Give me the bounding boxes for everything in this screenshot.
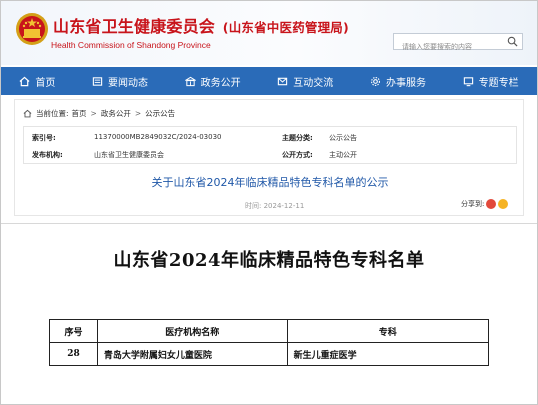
table-header-row: 序号 医疗机构名称 专科 <box>49 319 490 343</box>
cell-institution: 青岛大学附属妇女儿童医院 <box>96 342 288 366</box>
building-icon <box>184 76 196 86</box>
article-title: 关于山东省2024年临床精品特色专科名单的公示 <box>151 176 389 189</box>
column-header-institution: 医疗机构名称 <box>96 319 288 343</box>
publisher-label: 发布机构: <box>32 151 63 159</box>
nav-item-gov-affairs[interactable]: 政务公开 <box>179 74 247 89</box>
metadata-table: 索引号: 11370000MB2849032C/2024-03030 主题分类:… <box>23 126 517 164</box>
column-header-index: 序号 <box>49 319 98 343</box>
search-input[interactable] <box>394 39 506 55</box>
disclosure-value: 主动公开 <box>329 151 357 159</box>
home-icon <box>19 76 30 86</box>
news-icon <box>92 76 103 86</box>
nav-item-label: 办事服务 <box>385 77 426 89</box>
table-row: 28 青岛大学附属妇女儿童医院 新生儿重症医学 <box>49 342 490 366</box>
specialty-table: 序号 医疗机构名称 专科 28 青岛大学附属妇女儿童医院 新生儿重症医学 <box>49 319 490 366</box>
search-icon[interactable] <box>507 36 518 47</box>
breadcrumb-separator: > <box>90 109 97 118</box>
breadcrumb-link-announcements[interactable]: 公示公告 <box>145 108 175 119</box>
nav-item-home[interactable]: 首页 <box>13 74 61 89</box>
nav-item-label: 互动交流 <box>293 77 334 89</box>
nav-item-label: 要闻动态 <box>107 77 148 89</box>
main-nav: 首页 要闻动态 政务公开 互动交流 办事服务 专题专栏 <box>1 67 537 95</box>
breadcrumb: 当前位置: 首页 > 政务公开 > 公示公告 <box>23 108 175 119</box>
topic-value: 公示公告 <box>329 134 357 142</box>
article-card: 当前位置: 首页 > 政务公开 > 公示公告 索引号: 11370000MB28… <box>14 99 524 216</box>
gear-icon <box>370 76 380 86</box>
time-label: 时间: <box>245 202 262 210</box>
index-label: 索引号: <box>32 134 56 142</box>
publish-time: 时间: 2024-12-11 <box>245 201 304 211</box>
topic-label: 主题分类: <box>282 134 313 142</box>
mail-icon <box>278 77 288 85</box>
site-title[interactable]: 山东省卫生健康委员会 (山东省中医药管理局) <box>53 13 349 37</box>
site-title-sub: (山东省中医药管理局) <box>222 20 349 35</box>
site-header: 山东省卫生健康委员会 (山东省中医药管理局) Health Commission… <box>1 1 537 65</box>
breadcrumb-link-gov-affairs[interactable]: 政务公开 <box>101 108 131 119</box>
section-divider <box>1 223 537 224</box>
search-box[interactable] <box>393 33 523 55</box>
monitor-icon <box>463 76 473 86</box>
breadcrumb-separator: > <box>134 109 142 118</box>
cell-specialty: 新生儿重症医学 <box>286 342 490 366</box>
nav-item-services[interactable]: 办事服务 <box>364 74 432 89</box>
site-title-main: 山东省卫生健康委员会 <box>53 17 216 36</box>
index-value: 11370000MB2849032C/2024-03030 <box>94 133 222 141</box>
cell-index: 28 <box>49 342 98 366</box>
disclosure-label: 公开方式: <box>282 151 313 159</box>
nav-item-news[interactable]: 要闻动态 <box>86 74 154 89</box>
nav-item-interaction[interactable]: 互动交流 <box>271 74 339 89</box>
weibo-share-icon[interactable] <box>486 199 497 209</box>
breadcrumb-link-home[interactable]: 首页 <box>72 108 87 119</box>
share-bar: 分享到: <box>461 199 509 209</box>
site-title-en: Health Commission of Shandong Province <box>51 40 211 50</box>
location-home-icon <box>23 109 32 118</box>
nav-item-label: 政务公开 <box>200 77 241 89</box>
breadcrumb-prefix: 当前位置: <box>36 109 69 118</box>
nav-item-special-topics[interactable]: 专题专栏 <box>457 74 525 89</box>
document-heading: 山东省2024年临床精品特色专科名单 <box>113 250 425 271</box>
nav-item-label: 专题专栏 <box>478 77 519 89</box>
share-label: 分享到: <box>461 200 485 208</box>
qzone-share-icon[interactable] <box>498 199 509 209</box>
time-value: 2024-12-11 <box>263 202 305 210</box>
national-emblem-icon <box>16 13 48 45</box>
column-header-specialty: 专科 <box>286 319 490 343</box>
page-frame: 山东省卫生健康委员会 (山东省中医药管理局) Health Commission… <box>0 0 538 405</box>
nav-item-label: 首页 <box>35 77 56 89</box>
publisher-value: 山东省卫生健康委员会 <box>94 151 164 159</box>
